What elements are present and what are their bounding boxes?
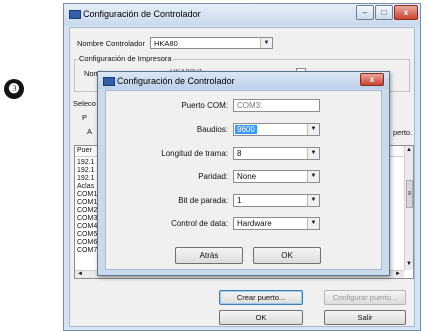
salir-button[interactable]: Salir bbox=[324, 310, 406, 325]
puerto-com-field: COM3: bbox=[233, 99, 320, 112]
maximize-button[interactable]: □ bbox=[375, 5, 393, 20]
dialog-title: Configuración de Controlador bbox=[117, 76, 235, 86]
puerto-com-value: COM3: bbox=[237, 101, 263, 110]
port-config-dialog: Configuración de Controlador x Puerto CO… bbox=[97, 71, 390, 276]
nombre-controlador-combo[interactable]: HKA80 ▼ bbox=[150, 37, 273, 49]
scroll-grip-icon: ≡ bbox=[407, 191, 412, 197]
minimize-button[interactable]: – bbox=[356, 5, 374, 20]
paridad-value: None bbox=[237, 172, 257, 181]
main-titlebar: Configuración de Controlador – □ x bbox=[64, 4, 420, 26]
configurar-puerto-button[interactable]: Configurar puerto... bbox=[324, 290, 406, 305]
scroll-up-icon[interactable]: ▲ bbox=[406, 147, 412, 153]
dialog-ok-button[interactable]: OK bbox=[253, 247, 321, 264]
list-item[interactable]: 192.1 bbox=[77, 159, 95, 166]
nombre-controlador-value: HKA80 bbox=[154, 39, 178, 48]
baudios-combo[interactable]: 9600 ▼ bbox=[233, 123, 320, 136]
chevron-down-icon[interactable]: ▼ bbox=[307, 195, 319, 206]
chevron-down-icon[interactable]: ▼ bbox=[307, 218, 319, 229]
list-item[interactable]: COM1 bbox=[77, 191, 97, 198]
vertical-scrollbar[interactable]: ▲ ≡ ▼ bbox=[404, 146, 413, 270]
control-data-value: Hardware bbox=[237, 219, 272, 228]
list-item[interactable]: COM5 bbox=[77, 231, 97, 238]
chevron-down-icon[interactable]: ▼ bbox=[307, 124, 319, 135]
scroll-right-icon[interactable]: ► bbox=[395, 271, 401, 277]
seleccion-partial-label: Seleco bbox=[73, 99, 96, 108]
chevron-down-icon[interactable]: ▼ bbox=[307, 148, 319, 159]
list-item[interactable]: 192.1 bbox=[77, 175, 95, 182]
scroll-left-icon[interactable]: ◄ bbox=[77, 271, 83, 277]
dialog-titlebar: Configuración de Controlador x bbox=[98, 72, 389, 89]
crear-puerto-button[interactable]: Crear puerto... bbox=[219, 290, 303, 305]
bit-parada-combo[interactable]: 1 ▼ bbox=[233, 194, 320, 207]
longitud-trama-value: 8 bbox=[237, 149, 242, 158]
control-data-label: Control de data: bbox=[171, 219, 228, 228]
list-item[interactable]: 192.1 bbox=[77, 167, 95, 174]
ok-button[interactable]: OK bbox=[219, 310, 303, 325]
paridad-combo[interactable]: None ▼ bbox=[233, 170, 320, 183]
list-item[interactable]: COM4 bbox=[77, 223, 97, 230]
app-icon bbox=[69, 10, 81, 19]
dialog-close-button[interactable]: x bbox=[360, 73, 384, 86]
puerto-com-label: Puerto COM: bbox=[181, 101, 228, 110]
bit-parada-value: 1 bbox=[237, 196, 242, 205]
puerto-partial-label: perto. bbox=[393, 128, 413, 137]
close-button[interactable]: x bbox=[394, 5, 418, 20]
scroll-down-icon[interactable]: ▼ bbox=[406, 261, 412, 267]
longitud-trama-combo[interactable]: 8 ▼ bbox=[233, 147, 320, 160]
control-data-combo[interactable]: Hardware ▼ bbox=[233, 217, 320, 230]
dialog-client-area: Puerto COM: COM3: Baudios: 9600 ▼ Longit… bbox=[105, 90, 382, 270]
list-item[interactable]: COM1 bbox=[77, 199, 97, 206]
impresora-group-title: Configuración de Impresora bbox=[78, 54, 173, 63]
paridad-label: Paridad: bbox=[198, 172, 228, 181]
step-number-badge: ❸ bbox=[4, 79, 24, 99]
dialog-app-icon bbox=[103, 77, 115, 86]
list-item[interactable]: Aclas bbox=[77, 183, 94, 190]
a-partial-label: A bbox=[87, 127, 93, 136]
nombre-controlador-label: Nombre Controlador bbox=[77, 39, 145, 48]
chevron-down-icon[interactable]: ▼ bbox=[307, 171, 319, 182]
main-window-title: Configuración de Controlador bbox=[83, 9, 201, 19]
list-item[interactable]: COM7 bbox=[77, 247, 97, 254]
chevron-down-icon: ▼ bbox=[260, 38, 272, 48]
longitud-trama-label: Longitud de trama: bbox=[161, 149, 228, 158]
scroll-thumb[interactable]: ≡ bbox=[406, 180, 413, 208]
atras-button[interactable]: Atrás bbox=[175, 247, 243, 264]
p-partial-label: P bbox=[82, 113, 88, 122]
list-item[interactable]: COM6 bbox=[77, 239, 97, 246]
list-item[interactable]: COM3 bbox=[77, 215, 97, 222]
baudios-value: 9600 bbox=[235, 125, 257, 134]
list-item[interactable]: COM2 bbox=[77, 207, 97, 214]
bit-parada-label: Bit de parada: bbox=[178, 196, 228, 205]
baudios-label: Baudios: bbox=[196, 125, 228, 134]
list-header-puerto[interactable]: Puer bbox=[77, 147, 92, 154]
